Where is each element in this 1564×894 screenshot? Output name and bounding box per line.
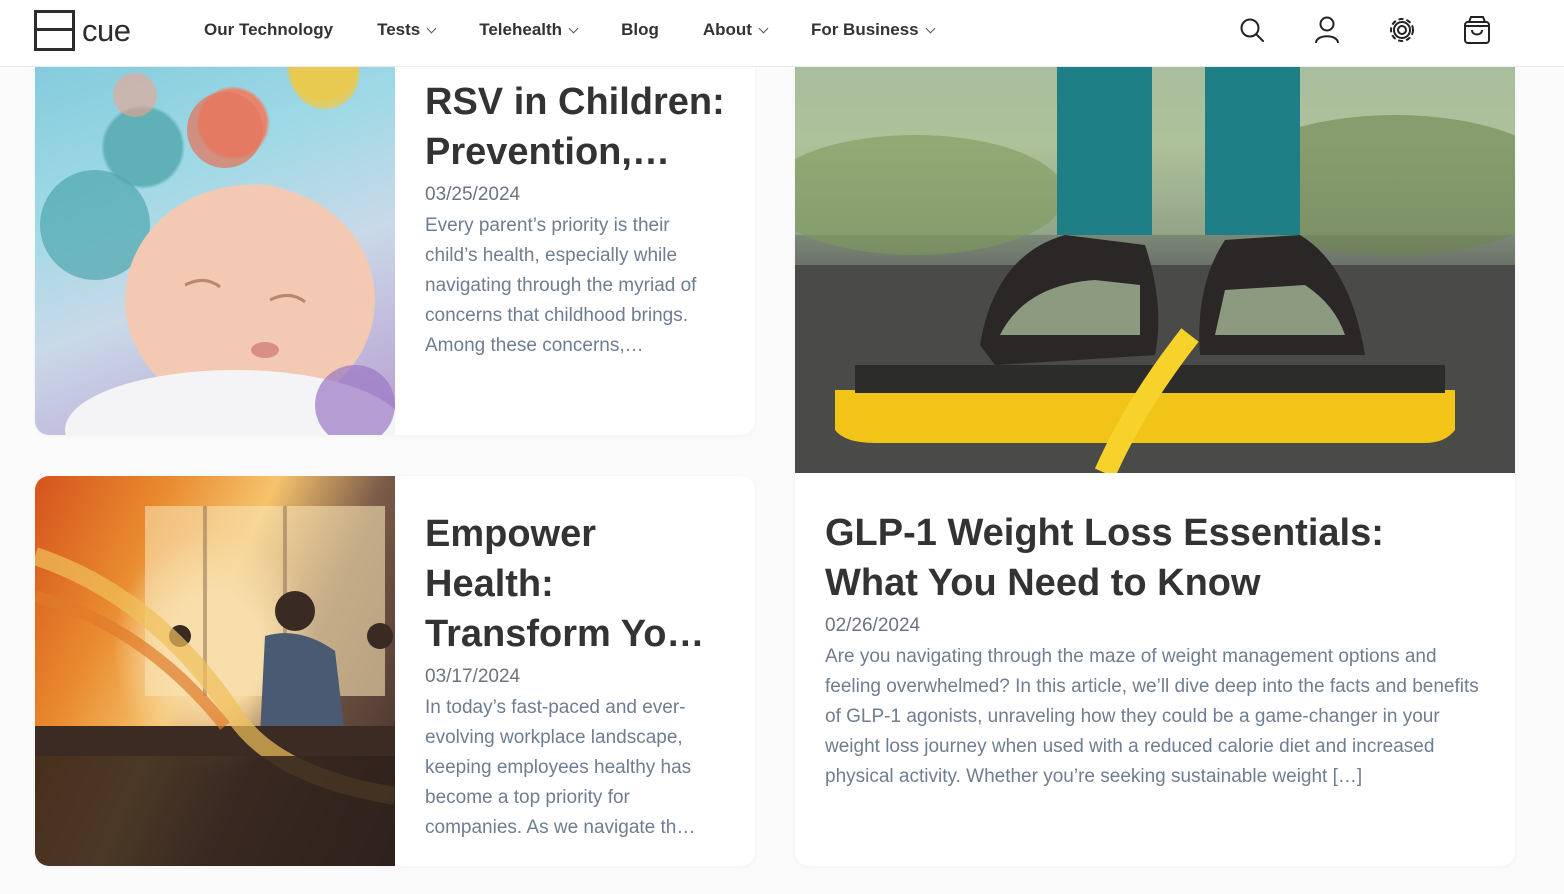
logo-mark [34, 10, 75, 51]
main-nav: Our Technology Tests Telehealth Blog Abo… [204, 0, 978, 60]
gear-icon[interactable] [1384, 12, 1420, 48]
post-title[interactable]: GLP-1 Weight Loss Essentials: What You N… [825, 508, 1485, 608]
nav-for-business[interactable]: For Business [811, 20, 936, 40]
brand-name: cue [82, 13, 131, 48]
blog-card[interactable]: Empower Health: Transform Yo… 03/17/2024… [35, 476, 755, 866]
brand-logo[interactable]: cue [34, 10, 131, 51]
post-image[interactable] [35, 35, 395, 435]
nav-our-technology[interactable]: Our Technology [204, 20, 333, 40]
post-date: 03/25/2024 [425, 184, 521, 205]
search-icon[interactable] [1234, 12, 1270, 48]
shopping-bag-icon[interactable] [1459, 12, 1495, 48]
post-date: 02/26/2024 [825, 615, 921, 636]
blog-card[interactable]: RSV in Children: Prevention,… 03/25/2024… [35, 35, 755, 435]
chevron-down-icon [568, 23, 579, 33]
chevron-down-icon [925, 23, 936, 33]
chevron-down-icon [758, 23, 769, 33]
nav-blog[interactable]: Blog [621, 20, 659, 40]
site-header: cue Our Technology Tests Telehealth Blog… [0, 0, 1564, 67]
post-image[interactable] [795, 35, 1515, 473]
post-excerpt: Every parent’s priority is their child’s… [425, 215, 697, 356]
post-excerpt: Are you navigating through the maze of w… [825, 646, 1479, 787]
post-title[interactable]: Empower Health: Transform Yo… [425, 509, 727, 659]
nav-about[interactable]: About [703, 20, 769, 40]
nav-tests[interactable]: Tests [377, 20, 437, 40]
nav-telehealth[interactable]: Telehealth [479, 20, 579, 40]
post-date: 03/17/2024 [425, 666, 521, 687]
blog-card-featured[interactable]: GLP-1 Weight Loss Essentials: What You N… [795, 35, 1515, 866]
header-actions [1234, 12, 1495, 48]
post-excerpt: In today’s fast-paced and ever-evolving … [425, 697, 696, 838]
chevron-down-icon [426, 23, 437, 33]
post-image[interactable] [35, 476, 395, 866]
user-icon[interactable] [1309, 12, 1345, 48]
post-title[interactable]: RSV in Children: Prevention,… [425, 77, 727, 177]
